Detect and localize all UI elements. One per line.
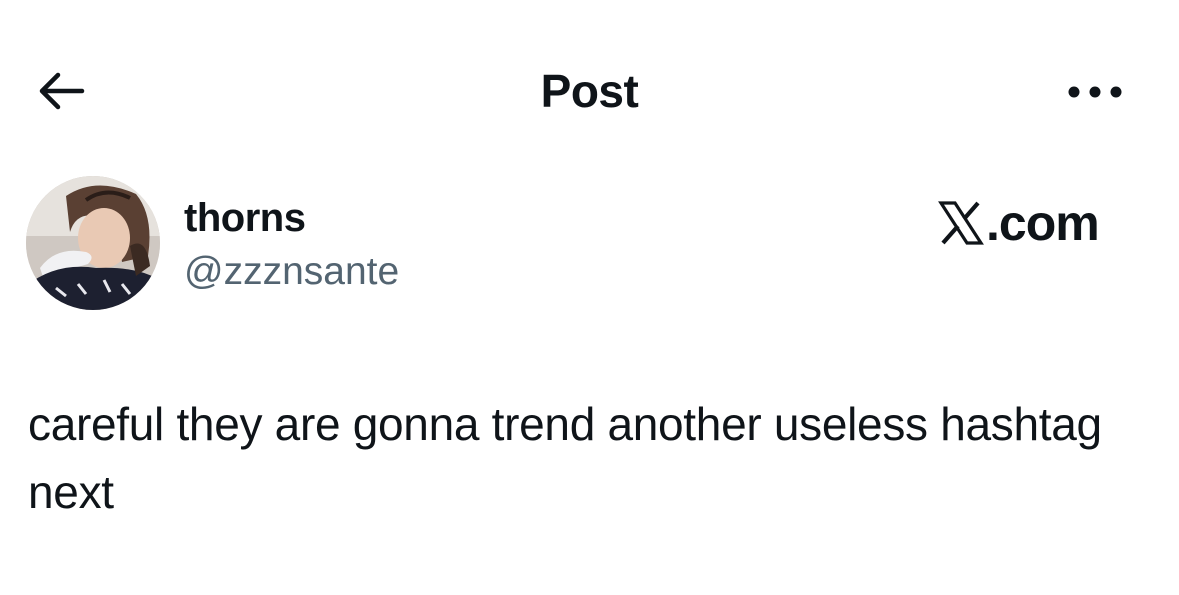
post-header: Post	[0, 0, 1179, 180]
more-options-button[interactable]	[1060, 70, 1130, 114]
x-logo-icon	[938, 200, 984, 246]
brand-watermark: .com	[938, 194, 1100, 252]
post-text: careful they are gonna trend another use…	[28, 398, 1115, 518]
post-author: thorns @zzznsante .com	[26, 176, 1146, 316]
author-display-name[interactable]: thorns	[184, 196, 306, 241]
avatar[interactable]	[26, 176, 160, 310]
page-title: Post	[540, 65, 639, 117]
brand-text: .com	[986, 195, 1100, 251]
more-horizontal-icon	[1068, 86, 1122, 98]
author-handle[interactable]: @zzznsante	[184, 250, 399, 294]
avatar-image	[26, 176, 160, 310]
